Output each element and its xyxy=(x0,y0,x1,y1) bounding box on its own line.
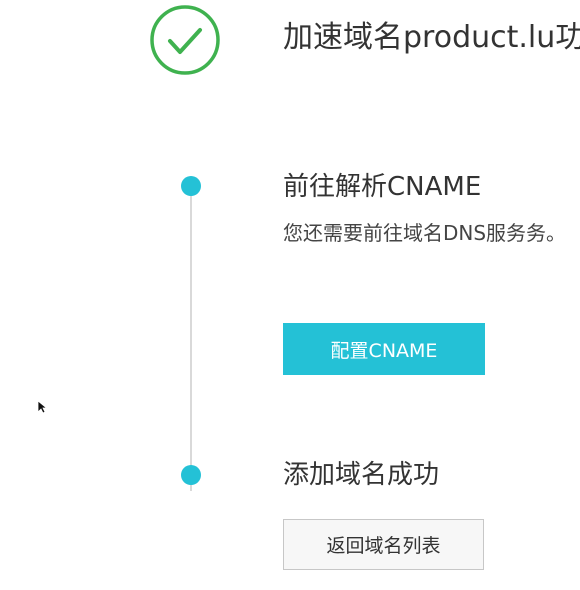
step-title-resolve-cname: 前往解析CNAME xyxy=(283,172,482,202)
success-title-text: 加速域名product.lu功！ xyxy=(283,20,580,55)
mouse-cursor-icon xyxy=(37,400,47,414)
step-description-resolve-cname: 您还需要前往域名DNS服务务。 xyxy=(283,221,567,245)
success-title: 加速域名product.lu功！ xyxy=(283,14,580,62)
configure-cname-button[interactable]: 配置CNAME xyxy=(283,323,485,375)
timeline-dot-step-2 xyxy=(181,465,201,485)
timeline-dot-step-1 xyxy=(181,176,201,196)
check-circle-icon xyxy=(150,5,220,75)
timeline-line xyxy=(190,186,192,491)
step-title-domain-added: 添加域名成功 xyxy=(283,460,440,490)
add-domain-result-page: 加速域名product.lu功！ 前往解析CNAME 您还需要前往域名DNS服务… xyxy=(0,0,580,590)
back-to-domain-list-button[interactable]: 返回域名列表 xyxy=(283,519,484,570)
